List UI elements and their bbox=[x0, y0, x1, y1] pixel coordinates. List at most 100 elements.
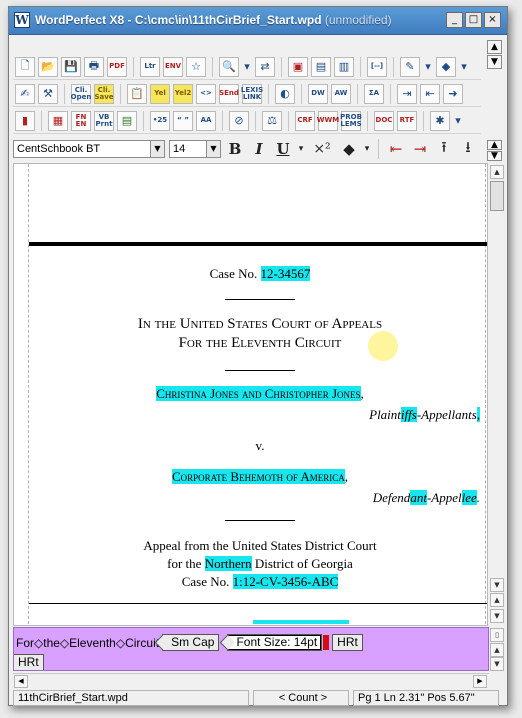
defendant-role[interactable]: Defendant-Appellee. bbox=[373, 490, 480, 506]
propbar-scroll-down[interactable]: ▼ bbox=[487, 151, 502, 161]
letter-icon[interactable]: Ltr bbox=[140, 56, 160, 77]
scroll-right-button[interactable]: ▶ bbox=[473, 675, 487, 688]
plaintiffs-names[interactable]: Christina Jones and Christopher Jones bbox=[156, 386, 361, 401]
case-number-value[interactable]: 12-34567 bbox=[260, 266, 311, 281]
font-size-code[interactable]: Font Size: 14pt bbox=[227, 634, 323, 651]
print-icon[interactable]: 🖶 bbox=[84, 56, 104, 77]
pen-icon[interactable]: ✎ bbox=[400, 56, 420, 77]
send-doc-icon[interactable]: ➜ bbox=[443, 83, 463, 104]
sum-icon[interactable]: ΣA bbox=[364, 83, 384, 104]
table-icon[interactable]: ▤ bbox=[117, 110, 137, 131]
vertical-scrollbar[interactable]: ▲ ▼ ▲ ▼ bbox=[489, 163, 505, 626]
appeal-line-2[interactable]: for the Northern District of Georgia bbox=[29, 556, 487, 572]
pdf-icon[interactable]: PDF bbox=[107, 56, 127, 77]
next-page-button[interactable]: ▼ bbox=[490, 609, 504, 623]
problems-icon[interactable]: PROB LEMS bbox=[340, 110, 362, 131]
zoom-dropdown-icon[interactable]: ▾ bbox=[242, 57, 252, 77]
merge-icon[interactable]: <> bbox=[196, 83, 216, 104]
superscript-button[interactable]: ×² bbox=[309, 141, 335, 157]
close-button[interactable]: × bbox=[484, 12, 501, 28]
status-position[interactable]: Pg 1 Ln 2.31" Pos 5.67" bbox=[353, 690, 499, 706]
defendant-name[interactable]: Corporate Behemoth of America bbox=[171, 469, 345, 484]
wwm-icon[interactable]: WWM bbox=[317, 110, 339, 131]
crf-icon[interactable]: CRF bbox=[295, 110, 315, 131]
zoom-icon[interactable]: 🔍 bbox=[219, 56, 239, 77]
brackets-icon[interactable]: [--] bbox=[367, 56, 387, 77]
doc-export-icon[interactable]: DOC bbox=[374, 110, 394, 131]
lower-case-number-value[interactable]: 1:12-CV-3456-ABC bbox=[232, 574, 339, 589]
bug-icon[interactable]: ✱ bbox=[430, 110, 450, 131]
indent-icon[interactable]: ⇥ bbox=[410, 140, 430, 158]
chevron-down-icon[interactable]: ▼ bbox=[150, 141, 164, 157]
vb-print-icon[interactable]: VB Prnt bbox=[94, 110, 114, 131]
page-view-icon[interactable]: ▯ bbox=[490, 628, 504, 642]
court-line-2[interactable]: For the Eleventh Circuit bbox=[29, 335, 487, 352]
book-icon[interactable]: ▮ bbox=[15, 110, 35, 131]
clipboard-icon[interactable]: 📋 bbox=[127, 83, 147, 104]
doc-minimize-button[interactable]: ▲ bbox=[487, 40, 502, 54]
move-down-icon[interactable]: ⭳ bbox=[458, 137, 478, 162]
scroll-thumb[interactable] bbox=[490, 181, 504, 211]
district-name[interactable]: Northern bbox=[204, 556, 252, 571]
footnote-icon[interactable]: ▦ bbox=[48, 110, 68, 131]
yellow-note-icon[interactable]: Yel bbox=[150, 83, 170, 104]
reveal-codes-pane[interactable]: For◇the◇Eleventh◇Circuit Sm Cap Font Siz… bbox=[13, 627, 489, 671]
minimize-button[interactable]: _ bbox=[446, 12, 463, 28]
sm-cap-code[interactable]: Sm Cap bbox=[162, 634, 220, 651]
highlight-fill-icon[interactable]: ◆ bbox=[339, 140, 359, 158]
document-canvas[interactable]: Case No. 12-34567 In the United States C… bbox=[13, 163, 488, 626]
hard-return-code[interactable]: HRt bbox=[332, 634, 363, 651]
lexis-link-icon[interactable]: LEXIS LINK bbox=[241, 83, 263, 104]
scales-icon[interactable]: ⚖ bbox=[262, 110, 282, 131]
fill-bucket-icon[interactable]: ◆ bbox=[436, 56, 456, 77]
favorites-star-icon[interactable]: ☆ bbox=[186, 56, 206, 77]
client-open-icon[interactable]: Cli. Open bbox=[71, 83, 91, 104]
save-icon[interactable]: 💾 bbox=[61, 56, 81, 77]
pen-dropdown-icon[interactable]: ▾ bbox=[423, 57, 433, 77]
defendant-line[interactable]: Corporate Behemoth of America, bbox=[29, 469, 487, 485]
reveal-scroll-down-button[interactable]: ▼ bbox=[490, 657, 504, 671]
indent-25-icon[interactable]: •25 bbox=[150, 110, 170, 131]
wordperfect-logo-icon[interactable]: W bbox=[14, 12, 30, 28]
page-icon[interactable]: ▥ bbox=[334, 56, 354, 77]
import-icon[interactable]: ⇤ bbox=[420, 83, 440, 104]
document-page[interactable]: Case No. 12-34567 In the United States C… bbox=[28, 164, 487, 625]
edit-icon[interactable]: ✍ bbox=[15, 83, 35, 104]
bug-dropdown-icon[interactable]: ▾ bbox=[453, 111, 463, 131]
scroll-down-button[interactable]: ▼ bbox=[490, 578, 504, 592]
highlight-dropdown-icon[interactable]: ▾ bbox=[363, 144, 371, 154]
bold-button[interactable]: B bbox=[225, 140, 245, 158]
aw-icon[interactable]: AW bbox=[331, 83, 351, 104]
document-icon[interactable]: ▣ bbox=[288, 56, 308, 77]
status-count[interactable]: < Count > bbox=[253, 690, 349, 706]
yellow-note2-icon[interactable]: Yel2 bbox=[173, 83, 193, 104]
macro-icon[interactable]: ◐ bbox=[275, 83, 295, 104]
dw-icon[interactable]: DW bbox=[308, 83, 328, 104]
quotes-icon[interactable]: “ ” bbox=[173, 110, 193, 131]
reveal-text[interactable]: For◇the◇Eleventh◇Circuit bbox=[16, 636, 159, 650]
versus-label[interactable]: v. bbox=[29, 438, 487, 454]
underline-dropdown-icon[interactable]: ▾ bbox=[297, 144, 305, 154]
outdent-icon[interactable]: ⇤ bbox=[386, 140, 406, 158]
hard-return-code[interactable]: HRt bbox=[14, 654, 44, 670]
columns-icon[interactable]: ▤ bbox=[311, 56, 331, 77]
case-number-line[interactable]: Case No. 12-34567 bbox=[29, 266, 487, 282]
court-line-1[interactable]: In the United States Court of Appeals bbox=[29, 316, 487, 333]
horizontal-scrollbar[interactable]: ◀ ▶ bbox=[13, 673, 489, 688]
navigator-icon[interactable]: ⇄ bbox=[255, 56, 275, 77]
plaintiffs-role[interactable]: Plaintiffs-Appellants, bbox=[369, 407, 480, 423]
chevron-down-icon[interactable]: ▼ bbox=[206, 141, 220, 157]
fn-en-icon[interactable]: FN EN bbox=[71, 110, 91, 131]
envelope-icon[interactable]: ENV bbox=[163, 56, 183, 77]
reveal-scroll-up-button[interactable]: ▲ bbox=[490, 643, 504, 657]
status-filename[interactable]: 11thCirBrief_Start.wpd bbox=[13, 690, 249, 706]
tools-icon[interactable]: ⚒ bbox=[38, 83, 58, 104]
appeal-line-1[interactable]: Appeal from the United States District C… bbox=[29, 538, 487, 554]
lower-case-number-line[interactable]: Case No. 1:12-CV-3456-ABC bbox=[29, 574, 487, 590]
doc-restore-button[interactable]: ▼ bbox=[487, 55, 502, 69]
prev-page-button[interactable]: ▲ bbox=[490, 593, 504, 607]
plaintiffs-line[interactable]: Christina Jones and Christopher Jones, bbox=[29, 386, 487, 402]
scroll-up-button[interactable]: ▲ bbox=[490, 165, 504, 179]
font-size-select[interactable]: 14 ▼ bbox=[169, 140, 221, 158]
font-face-select[interactable]: CentSchbook BT ▼ bbox=[13, 140, 165, 158]
